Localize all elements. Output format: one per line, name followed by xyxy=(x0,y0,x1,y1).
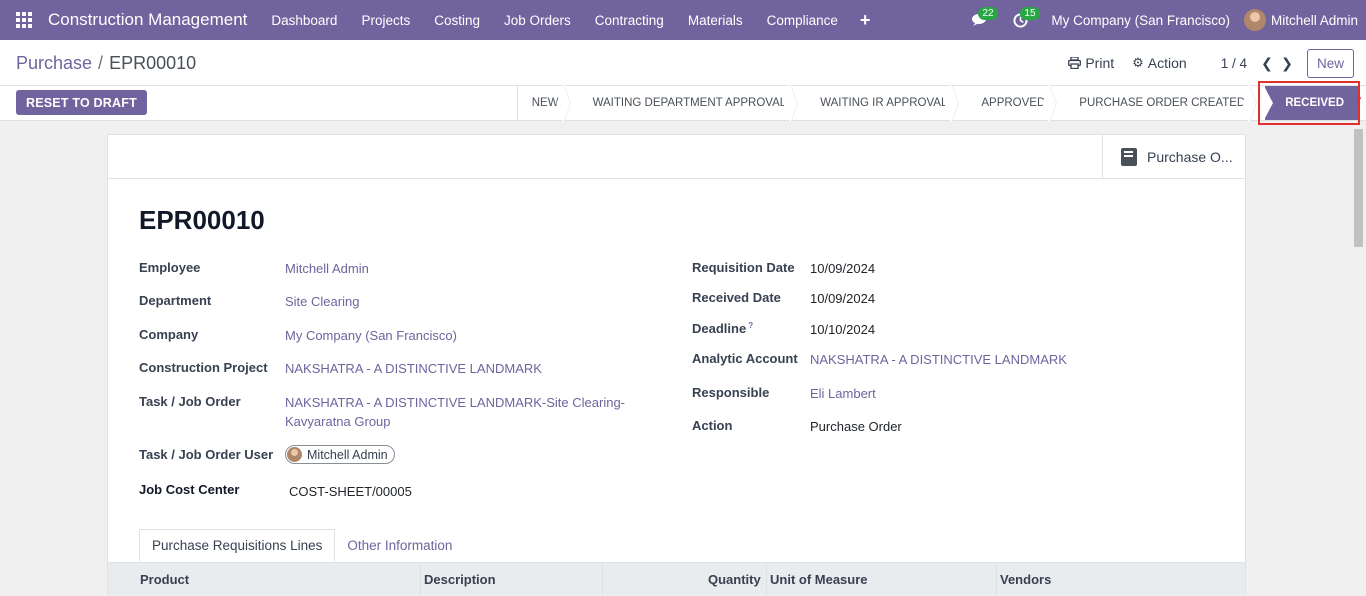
action-label: Action xyxy=(692,418,733,433)
breadcrumb-current: EPR00010 xyxy=(109,53,197,73)
user-avatar[interactable] xyxy=(1243,9,1266,31)
job-cost-center-label: Job Cost Center xyxy=(139,482,240,497)
responsible-label: Responsible xyxy=(692,385,770,400)
task-user-name: Mitchell Admin xyxy=(307,447,388,462)
highlight-box xyxy=(1258,81,1360,125)
messages-button[interactable]: 22 xyxy=(961,0,998,40)
print-label: Print xyxy=(1085,55,1115,71)
apps-menu-icon[interactable] xyxy=(0,0,48,40)
activities-badge: 15 xyxy=(1020,7,1040,20)
print-icon xyxy=(1068,57,1082,69)
stage-waiting-department-approval[interactable]: WAITING DEPARTMENT APPROVAL xyxy=(573,86,801,120)
department-field[interactable]: Site Clearing xyxy=(285,294,359,309)
tab-other-information[interactable]: Other Information xyxy=(335,529,464,562)
scrollbar-thumb[interactable] xyxy=(1354,129,1363,247)
caret-up-icon: ▲ xyxy=(1355,92,1363,101)
print-button[interactable]: Print xyxy=(1068,55,1114,71)
control-panel: Purchase / EPR00010 Print ⚙ Action 1 / 4 ❮… xyxy=(0,40,1366,86)
help-icon[interactable]: ? xyxy=(748,321,753,330)
smart-button-label: Purchase O... xyxy=(1147,148,1233,165)
breadcrumb: Purchase / EPR00010 xyxy=(16,53,196,74)
column-quantity[interactable]: Quantity xyxy=(708,572,761,587)
deadline-field[interactable]: 10/10/2024 xyxy=(810,322,875,337)
stage-waiting-ir-approval[interactable]: WAITING IR APPROVAL xyxy=(800,86,961,120)
column-vendors[interactable]: Vendors xyxy=(1000,572,1051,587)
chevron-left-icon[interactable]: ❮ xyxy=(1257,55,1277,72)
task-job-order-field-line2[interactable]: Kavyaratna Group xyxy=(285,414,391,429)
form-sheet: Purchase O... EPR00010 Employee Mitchell… xyxy=(107,134,1246,596)
new-button[interactable]: New xyxy=(1306,48,1354,78)
requisition-date-field[interactable]: 10/09/2024 xyxy=(810,261,875,276)
menu-compliance[interactable]: Compliance xyxy=(755,0,850,40)
purchase-orders-smart-button[interactable]: Purchase O... xyxy=(1102,135,1245,178)
menu-costing[interactable]: Costing xyxy=(422,0,492,40)
breadcrumb-parent[interactable]: Purchase xyxy=(16,53,92,73)
employee-field[interactable]: Mitchell Admin xyxy=(285,261,369,276)
top-navbar: Construction Management Dashboard Projec… xyxy=(0,0,1366,40)
lines-table-header: Product Description Quantity Unit of Mea… xyxy=(108,562,1245,596)
app-brand[interactable]: Construction Management xyxy=(48,10,247,30)
plus-icon[interactable]: + xyxy=(850,10,881,31)
action-button[interactable]: ⚙ Action xyxy=(1132,55,1187,71)
column-divider xyxy=(602,563,603,596)
stage-pipeline: NEW WAITING DEPARTMENT APPROVAL WAITING … xyxy=(516,86,1360,120)
status-bar: RESET TO DRAFT NEW WAITING DEPARTMENT AP… xyxy=(0,86,1366,121)
chevron-right-icon[interactable]: ❯ xyxy=(1277,55,1297,72)
task-job-order-user-label: Task / Job Order User xyxy=(139,447,274,462)
action-label: Action xyxy=(1147,55,1187,71)
button-box: Purchase O... xyxy=(108,135,1245,179)
task-job-order-field-line1[interactable]: NAKSHATRA - A DISTINCTIVE LANDMARK-Site … xyxy=(285,395,625,410)
stage-purchase-order-created[interactable]: PURCHASE ORDER CREATED xyxy=(1059,86,1259,120)
activities-button[interactable]: 15 xyxy=(1003,0,1040,40)
task-user-tag[interactable]: Mitchell Admin xyxy=(285,445,395,464)
record-title: EPR00010 xyxy=(139,205,265,235)
employee-label: Employee xyxy=(139,260,201,275)
construction-project-label: Construction Project xyxy=(139,360,268,375)
responsible-field[interactable]: Eli Lambert xyxy=(810,386,876,401)
analytic-account-label: Analytic Account xyxy=(692,351,798,366)
pager-value[interactable]: 1 / 4 xyxy=(1221,56,1247,71)
job-cost-center-field[interactable]: COST-SHEET/00005 xyxy=(289,484,412,499)
task-job-order-label: Task / Job Order xyxy=(139,394,241,409)
deadline-label: Deadline? xyxy=(692,321,754,336)
requisition-date-label: Requisition Date xyxy=(692,260,795,275)
reset-to-draft-button[interactable]: RESET TO DRAFT xyxy=(16,90,147,115)
menu-dashboard[interactable]: Dashboard xyxy=(259,0,349,40)
page-scrollbar[interactable] xyxy=(1352,121,1366,584)
messages-badge: 22 xyxy=(978,7,998,20)
column-divider xyxy=(766,563,767,596)
menu-materials[interactable]: Materials xyxy=(676,0,755,40)
analytic-account-field[interactable]: NAKSHATRA - A DISTINCTIVE LANDMARK xyxy=(810,352,1067,367)
company-field[interactable]: My Company (San Francisco) xyxy=(285,328,457,343)
avatar xyxy=(287,447,302,462)
menu-contracting[interactable]: Contracting xyxy=(583,0,676,40)
column-product[interactable]: Product xyxy=(140,572,189,587)
stage-new[interactable]: NEW xyxy=(518,86,573,120)
column-unit-of-measure[interactable]: Unit of Measure xyxy=(770,572,868,587)
menu-job-orders[interactable]: Job Orders xyxy=(492,0,583,40)
company-label: Company xyxy=(139,327,199,342)
tab-purchase-requisitions-lines[interactable]: Purchase Requisitions Lines xyxy=(139,529,336,562)
gear-icon: ⚙ xyxy=(1132,55,1144,70)
action-field[interactable]: Purchase Order xyxy=(810,419,902,434)
breadcrumb-separator: / xyxy=(98,53,104,73)
menu-projects[interactable]: Projects xyxy=(349,0,422,40)
received-date-label: Received Date xyxy=(692,290,781,305)
column-description[interactable]: Description xyxy=(424,572,496,587)
construction-project-field[interactable]: NAKSHATRA - A DISTINCTIVE LANDMARK xyxy=(285,361,542,376)
column-divider xyxy=(996,563,997,596)
user-menu[interactable]: Mitchell Admin xyxy=(1271,13,1358,28)
company-switcher[interactable]: My Company (San Francisco) xyxy=(1051,13,1230,28)
notebook-tabs: Purchase Requisitions Lines Other Inform… xyxy=(139,529,464,562)
received-date-field[interactable]: 10/09/2024 xyxy=(810,291,875,306)
stage-approved[interactable]: APPROVED xyxy=(961,86,1059,120)
book-icon xyxy=(1121,147,1137,166)
column-divider xyxy=(420,563,421,596)
department-label: Department xyxy=(139,293,212,308)
